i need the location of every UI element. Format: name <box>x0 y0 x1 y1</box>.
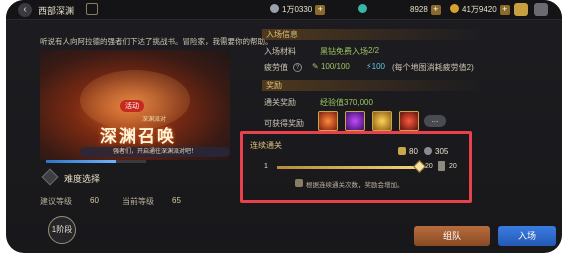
mail-icon[interactable] <box>514 3 528 16</box>
back-icon[interactable]: ‹ <box>18 3 32 17</box>
reward-item-3[interactable] <box>372 111 392 131</box>
fatigue-label: 疲劳值 <box>264 63 288 72</box>
continuous-clear-title: 连续通关 <box>250 141 282 150</box>
page-title: 西部深渊 <box>38 6 75 16</box>
material-value: 黑钻免费入场 <box>320 47 368 56</box>
map-icon[interactable] <box>86 3 98 15</box>
app-frame: ‹ 西部深渊 1万0330 + 8928 + 41万9420 + 听说有人向阿拉德的强… <box>6 0 562 253</box>
difficulty-icon <box>41 168 59 186</box>
resource-1-value: 80 <box>409 147 418 156</box>
enter-button[interactable]: 入场 <box>498 226 556 246</box>
info-icon <box>295 179 303 187</box>
clear-count-slider[interactable] <box>277 166 421 169</box>
gem-icon <box>358 4 367 13</box>
slider-max: 20 <box>425 163 433 170</box>
resource-2-value: 305 <box>435 147 449 156</box>
rewards-section-title: 奖励 <box>262 80 482 91</box>
fatigue-bonus-text: 100 <box>371 62 385 71</box>
gold-coin-icon <box>450 4 459 13</box>
event-banner: 活动 深渊派对 深渊召唤 强者们，开启通往深渊派对吧！ <box>40 50 230 160</box>
fatigue-value-text: 100/100 <box>320 62 350 71</box>
fatigue-bonus: ⚡100 <box>366 62 385 71</box>
current-level-label: 当前等级 <box>122 197 154 206</box>
gear-icon <box>424 147 432 155</box>
banner-title: 深渊召唤 <box>100 127 176 146</box>
reward-item-4[interactable] <box>399 111 419 131</box>
add-currency-2-button[interactable]: + <box>430 5 441 15</box>
currency-2-value-wrap: 8928 + <box>386 4 441 15</box>
clear-reward-label: 通关奖励 <box>264 98 296 107</box>
fatigue-note: (每个地图消耗疲劳值2) <box>392 63 474 72</box>
currency-3-value: 41万9420 <box>462 5 497 14</box>
material-count: 2/2 <box>368 46 380 55</box>
team-button[interactable]: 组队 <box>414 226 490 246</box>
difficulty-label: 难度选择 <box>64 174 101 184</box>
currency-3: 41万9420 + <box>450 4 510 15</box>
currency-2 <box>358 4 370 14</box>
quill-icon <box>398 147 406 155</box>
slider-min: 1 <box>264 163 268 170</box>
currency-1-value: 1万0330 <box>282 5 313 14</box>
story-text: 听说有人向阿拉德的强者们下达了挑战书。冒险家，我需要你的帮助。 <box>40 37 273 46</box>
more-rewards-button[interactable]: ... <box>424 115 446 127</box>
add-currency-3-button[interactable]: + <box>499 5 510 15</box>
difficulty-stage-button[interactable]: 1阶段 <box>48 216 76 244</box>
slider-fill <box>277 166 421 169</box>
silver-coin-icon <box>270 4 279 13</box>
reward-item-2[interactable] <box>345 111 365 131</box>
banner-progress-fill <box>46 160 116 163</box>
material-label: 入场材料 <box>264 47 296 56</box>
recommended-level-value: 60 <box>90 196 99 205</box>
event-tag: 活动 <box>120 100 144 112</box>
ticket-icon <box>438 161 445 171</box>
resource-1: 80 <box>398 147 418 156</box>
entry-section-title: 入场信息 <box>262 29 482 40</box>
continuous-tip: 根据连续通关次数，奖励会增加。 <box>306 182 404 189</box>
obtainable-reward-label: 可获得奖励 <box>264 119 304 128</box>
clear-reward-value: 经验值370,000 <box>320 98 373 107</box>
banner-tagline: 强者们，开启通往深渊派对吧！ <box>80 147 230 157</box>
current-level-value: 65 <box>172 196 181 205</box>
resource-2: 305 <box>424 147 448 156</box>
reward-item-1[interactable] <box>318 111 338 131</box>
recommended-level-label: 建议等级 <box>40 197 72 206</box>
clear-count-value: 20 <box>449 163 457 170</box>
fatigue-value: ✎ 100/100 <box>312 62 350 71</box>
currency-2-value: 8928 <box>410 5 428 14</box>
top-bar: ‹ 西部深渊 1万0330 + 8928 + 41万9420 + <box>6 0 562 20</box>
fatigue-help-icon[interactable]: ? <box>293 63 302 72</box>
currency-1: 1万0330 + <box>270 4 326 15</box>
add-currency-1-button[interactable]: + <box>315 5 326 15</box>
banner-progress-bar <box>46 160 146 163</box>
menu-icon[interactable] <box>534 3 548 16</box>
